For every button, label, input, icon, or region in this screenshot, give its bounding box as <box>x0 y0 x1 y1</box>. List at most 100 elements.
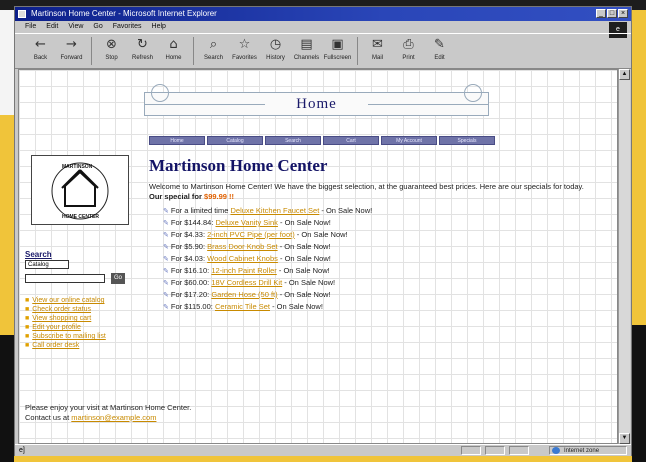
nav-catalog[interactable]: Catalog <box>207 136 263 145</box>
backdrop-left-black <box>0 335 14 462</box>
history-label: History <box>266 55 285 61</box>
list-item: ✎ For a limited time Deluxe Kitchen Fauce… <box>163 205 609 217</box>
fullscreen-icon: ▣ <box>331 37 344 52</box>
sidebar-links: ■ View our online catalog ■ Check order st… <box>25 296 155 350</box>
deal-link[interactable]: Ceramic Tile Set <box>215 302 270 311</box>
search-toolbar-label: Search <box>203 55 223 61</box>
deal-suffix: - On Sale Now! <box>319 206 373 215</box>
history-button[interactable]: ◷ History <box>260 34 291 68</box>
deal-suffix: - On Sale Now! <box>277 242 331 251</box>
deal-link[interactable]: Deluxe Kitchen Faucet Set <box>230 206 319 215</box>
toolbar-separator <box>193 37 194 65</box>
sidebar-link-cart[interactable]: View shopping cart <box>32 315 91 322</box>
stop-icon: ⊗ <box>106 37 117 52</box>
forward-button[interactable]: → Forward <box>56 34 87 68</box>
title-bar[interactable]: Martinson Home Center - Microsoft Intern… <box>15 7 631 21</box>
banner-title: Home <box>296 96 337 112</box>
status-cell <box>461 446 481 455</box>
deal-suffix: - On Sale Now! <box>269 302 323 311</box>
sidebar-link-mailing-list[interactable]: Subscribe to mailing list <box>32 333 106 340</box>
menu-favorites[interactable]: Favorites <box>113 21 142 33</box>
list-item: ■ Subscribe to mailing list <box>25 332 155 341</box>
list-item: ■ Check order status <box>25 305 155 314</box>
deal-suffix: - On Sale Now! <box>294 230 348 239</box>
ie-icon <box>18 10 26 18</box>
list-item: ■ Call order desk <box>25 341 155 350</box>
status-text: e] <box>19 447 25 454</box>
bullet-icon: ■ <box>25 342 30 349</box>
back-button[interactable]: ← Back <box>25 34 56 68</box>
print-button[interactable]: ⎙ Print <box>393 34 424 68</box>
sidebar-link-order-desk[interactable]: Call order desk <box>32 342 79 349</box>
nav-cart[interactable]: Cart <box>323 136 379 145</box>
deal-price: For $115.00: <box>170 302 213 311</box>
sidebar-link-order-status[interactable]: Check order status <box>32 306 91 313</box>
list-item: ✎ For $5.90: Brass Door Knob Set - On Sal… <box>163 241 609 253</box>
deal-bullet-icon: ✎ <box>163 292 169 299</box>
deal-suffix: - On Sale Now! <box>277 218 331 227</box>
status-cell <box>485 446 505 455</box>
deal-link[interactable]: Wood Cabinet Knobs <box>207 254 278 263</box>
stop-button[interactable]: ⊗ Stop <box>96 34 127 68</box>
bullet-icon: ■ <box>25 297 30 304</box>
deal-price: For $4.33: <box>170 230 206 239</box>
list-item: ✎ For $115.00: Ceramic Tile Set - On Sale… <box>163 301 609 313</box>
menu-go[interactable]: Go <box>93 21 102 33</box>
deal-suffix: - On Sale Now! <box>277 290 331 299</box>
deal-link[interactable]: Deluxe Vanity Sink <box>216 218 278 227</box>
backdrop-right-yellow <box>632 10 646 325</box>
nav-search[interactable]: Search <box>265 136 321 145</box>
fullscreen-label: Fullscreen <box>323 55 352 61</box>
globe-icon <box>552 447 560 454</box>
deal-price: For $144.84: <box>170 218 214 227</box>
deal-link[interactable]: Garden Hose (50 ft) <box>211 290 277 299</box>
page-content: Home Home Catalog Search Cart My Account… <box>18 69 618 444</box>
nav-home[interactable]: Home <box>149 136 205 145</box>
search-category-select[interactable]: Catalog <box>25 260 69 269</box>
search-go-button[interactable]: Go <box>111 273 125 284</box>
menu-file[interactable]: File <box>25 21 36 33</box>
favorites-button[interactable]: ☆ Favorites <box>229 34 260 68</box>
scroll-up-arrow-icon[interactable]: ▲ <box>619 69 630 80</box>
special-label: Our special for <box>149 192 202 201</box>
deal-suffix: - On Sale Now! <box>277 254 331 263</box>
refresh-button[interactable]: ↻ Refresh <box>127 34 158 68</box>
nav-my-account[interactable]: My Account <box>381 136 437 145</box>
menu-view[interactable]: View <box>68 21 83 33</box>
deal-bullet-icon: ✎ <box>163 256 169 263</box>
footer-contact-link[interactable]: martinson@example.com <box>71 413 156 422</box>
edit-button[interactable]: ✎ Edit <box>424 34 455 68</box>
search-toolbar-button[interactable]: ⌕ Search <box>198 34 229 68</box>
deal-link[interactable]: 12-inch Paint Roller <box>211 266 276 275</box>
scroll-down-arrow-icon[interactable]: ▼ <box>619 433 630 444</box>
menu-edit[interactable]: Edit <box>46 21 58 33</box>
list-item: ■ View shopping cart <box>25 314 155 323</box>
sidebar-link-catalog[interactable]: View our online catalog <box>32 297 104 304</box>
menu-help[interactable]: Help <box>152 21 166 33</box>
list-item: ✎ For $4.03: Wood Cabinet Knobs - On Sale… <box>163 253 609 265</box>
home-button[interactable]: ⌂ Home <box>158 34 189 68</box>
list-item: ✎ For $17.20: Garden Hose (50 ft) - On Sa… <box>163 289 609 301</box>
list-item: ✎ For $60.00: 18V Cordless Drill Kit - On… <box>163 277 609 289</box>
sidebar-link-profile[interactable]: Edit your profile <box>32 324 81 331</box>
close-button[interactable]: × <box>618 9 628 18</box>
search-icon: ⌕ <box>209 37 218 52</box>
mail-button[interactable]: ✉ Mail <box>362 34 393 68</box>
deal-link[interactable]: 18V Cordless Drill Kit <box>211 278 282 287</box>
backdrop-left-yellow <box>0 115 14 335</box>
maximize-button[interactable]: □ <box>607 9 617 18</box>
nav-specials[interactable]: Specials <box>439 136 495 145</box>
mail-label: Mail <box>371 55 383 61</box>
site-nav: Home Catalog Search Cart My Account Spec… <box>149 136 495 145</box>
deal-link[interactable]: Brass Door Knob Set <box>207 242 277 251</box>
channels-button[interactable]: ▤ Channels <box>291 34 322 68</box>
back-label: Back <box>33 55 48 61</box>
search-input[interactable] <box>25 274 105 283</box>
footer-line: Please enjoy your visit at Martinson Hom… <box>25 403 192 412</box>
minimize-button[interactable]: _ <box>596 9 606 18</box>
fullscreen-button[interactable]: ▣ Fullscreen <box>322 34 353 68</box>
deal-link[interactable]: 2-inch PVC Pipe (per foot) <box>207 230 295 239</box>
welcome-text: Welcome to Martinson Home Center! We hav… <box>149 182 584 191</box>
logo-top-text: MARTINSON <box>62 164 93 170</box>
vertical-scrollbar[interactable]: ▲ ▼ <box>618 69 630 444</box>
